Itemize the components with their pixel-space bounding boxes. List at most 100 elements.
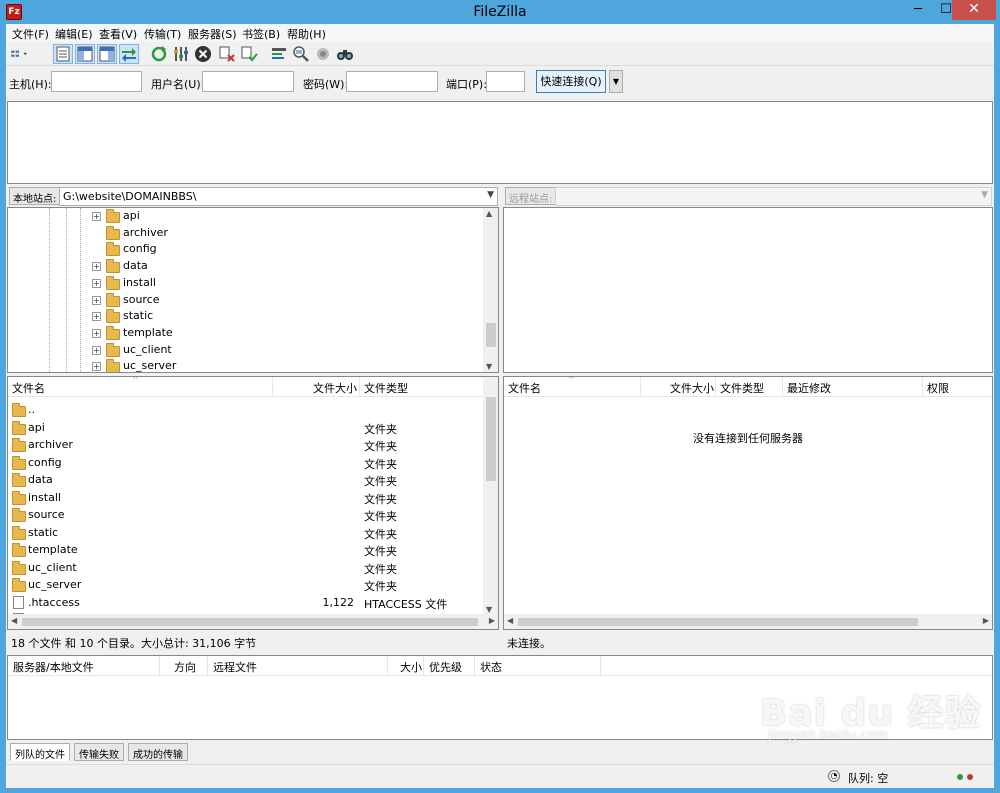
tree-item[interactable]: + api <box>8 208 478 225</box>
expand-icon[interactable]: + <box>92 212 101 221</box>
local-file-list[interactable]: 文件名 ^ 文件大小 文件类型 .. api 文件夹 archiver 文件夹 confi… <box>7 376 499 630</box>
queue-col-server[interactable]: 服务器/本地文件 <box>13 659 94 675</box>
local-file-vscroll-thumb[interactable] <box>486 397 496 481</box>
find-icon[interactable] <box>335 44 355 64</box>
queue-col-size[interactable]: 大小 <box>400 659 422 675</box>
compare-icon[interactable] <box>269 44 289 64</box>
menu-server[interactable]: 服务器(S) <box>188 26 237 42</box>
host-input[interactable] <box>51 71 142 92</box>
tree-scrollbar[interactable]: ▲ ▼ <box>483 208 498 372</box>
expand-icon[interactable]: + <box>92 345 101 355</box>
queue-col-status[interactable]: 状态 <box>480 659 502 675</box>
queue-col-direction[interactable]: 方向 <box>174 659 196 675</box>
remote-col-filesize[interactable]: 文件大小 <box>670 380 714 396</box>
menu-edit[interactable]: 编辑(E) <box>55 26 93 42</box>
sync-browse-icon[interactable] <box>291 44 311 64</box>
chevron-down-icon[interactable]: ▼ <box>981 190 988 200</box>
menu-bookmarks[interactable]: 书签(B) <box>242 26 280 42</box>
toggle-log-icon[interactable] <box>53 44 73 64</box>
expand-icon[interactable]: + <box>92 312 101 322</box>
tree-item[interactable]: config <box>8 241 478 258</box>
tree-item[interactable]: + static <box>8 308 478 325</box>
file-size: 1,122 <box>322 595 355 609</box>
tree-item[interactable]: + template <box>8 325 478 342</box>
remote-path-combo[interactable]: ▼ <box>555 187 992 206</box>
file-row[interactable]: archiver 文件夹 <box>8 436 484 453</box>
menu-view[interactable]: 查看(V) <box>99 26 137 42</box>
chevron-down-icon[interactable]: ▼ <box>487 190 494 200</box>
username-input[interactable] <box>202 71 294 92</box>
file-row[interactable]: .. <box>8 401 484 418</box>
remote-file-hscrollbar[interactable]: ◀ ▶ <box>504 614 992 629</box>
quickconnect-dropdown-button[interactable]: ▼ <box>609 70 623 93</box>
tree-item[interactable]: + data <box>8 258 478 275</box>
toggle-queue-icon[interactable] <box>119 44 139 64</box>
queue-col-priority[interactable]: 优先级 <box>429 659 462 675</box>
cancel-icon[interactable] <box>193 44 213 64</box>
expand-icon[interactable]: + <box>92 362 101 372</box>
file-row[interactable]: template 文件夹 <box>8 541 484 558</box>
local-file-vscrollbar[interactable]: ▼ <box>483 377 498 615</box>
local-file-hscrollbar[interactable]: ◀ ▶ <box>8 614 498 629</box>
local-path-text: G:\website\DOMAINBBS\ <box>63 190 197 203</box>
tree-scroll-thumb[interactable] <box>486 323 496 347</box>
refresh-icon[interactable] <box>149 44 169 64</box>
expand-icon[interactable]: + <box>92 295 101 305</box>
password-input[interactable] <box>346 71 438 92</box>
file-row[interactable]: config 文件夹 <box>8 454 484 471</box>
minimize-button[interactable]: ─ <box>904 0 932 20</box>
menu-help[interactable]: 帮助(H) <box>287 26 326 42</box>
local-col-filetype[interactable]: 文件类型 <box>364 380 408 396</box>
tab-failed-transfers[interactable]: 传输失败 <box>74 743 124 761</box>
quickconnect-button[interactable]: 快速连接(Q) <box>536 70 606 93</box>
remote-col-modified[interactable]: 最近修改 <box>787 380 831 396</box>
port-input[interactable] <box>486 71 525 92</box>
file-row[interactable]: uc_server 文件夹 <box>8 576 484 593</box>
file-name: install <box>28 490 61 504</box>
file-row[interactable]: .htaccess 1,122 HTACCESS 文件 <box>8 594 484 611</box>
remote-col-permissions[interactable]: 权限 <box>927 380 949 396</box>
remote-col-filetype[interactable]: 文件类型 <box>720 380 764 396</box>
menu-file[interactable]: 文件(F) <box>12 26 49 42</box>
tree-item[interactable]: + uc_client <box>8 342 478 359</box>
local-file-hscroll-thumb[interactable] <box>22 618 478 626</box>
remote-file-hscroll-thumb[interactable] <box>518 618 918 626</box>
folder-icon <box>106 292 120 307</box>
tree-item-label: install <box>123 275 156 289</box>
toggle-remote-tree-icon[interactable] <box>97 44 117 64</box>
expand-icon[interactable]: + <box>92 262 101 272</box>
close-button[interactable]: ✕ <box>952 0 996 20</box>
reconnect-icon[interactable] <box>239 44 259 64</box>
tab-successful-transfers[interactable]: 成功的传输 <box>128 743 188 761</box>
file-row[interactable]: data 文件夹 <box>8 471 484 488</box>
remote-col-filename[interactable]: 文件名 <box>508 380 541 396</box>
file-row[interactable]: uc_client 文件夹 <box>8 559 484 576</box>
site-manager-icon[interactable] <box>9 44 41 64</box>
queue-col-remote[interactable]: 远程文件 <box>213 659 257 675</box>
local-col-filename[interactable]: 文件名 <box>12 380 45 396</box>
local-col-filesize[interactable]: 文件大小 <box>313 380 357 396</box>
disconnect-icon[interactable] <box>217 44 237 64</box>
message-log[interactable] <box>7 101 993 184</box>
tree-item-label: api <box>123 209 140 222</box>
file-row[interactable]: install 文件夹 <box>8 489 484 506</box>
tree-item[interactable]: + install <box>8 275 478 292</box>
toggle-local-tree-icon[interactable] <box>75 44 95 64</box>
folder-icon <box>106 225 120 240</box>
menu-transfer[interactable]: 传输(T) <box>144 26 181 42</box>
tree-item[interactable]: archiver <box>8 225 478 242</box>
remote-directory-tree[interactable] <box>503 207 993 373</box>
expand-icon[interactable]: + <box>92 328 101 338</box>
expand-icon[interactable]: + <box>92 278 101 288</box>
file-row[interactable]: api 文件夹 <box>8 419 484 436</box>
remote-file-list[interactable]: 文件名 ^ 文件大小 文件类型 最近修改 权限 没有连接到任何服务器 ◀ ▶ <box>503 376 993 630</box>
tab-queued-files[interactable]: 列队的文件 <box>10 743 70 761</box>
local-directory-tree[interactable]: + api archiver config + data + install + source + s… <box>7 207 499 373</box>
search-icon[interactable] <box>313 44 333 64</box>
local-path-combo[interactable]: G:\website\DOMAINBBS\ ▼ <box>59 187 498 206</box>
file-row[interactable]: source 文件夹 <box>8 506 484 523</box>
filter-icon[interactable] <box>171 44 191 64</box>
file-row[interactable]: static 文件夹 <box>8 524 484 541</box>
tree-item[interactable]: + source <box>8 292 478 309</box>
tree-item[interactable]: + uc_server <box>8 358 478 372</box>
